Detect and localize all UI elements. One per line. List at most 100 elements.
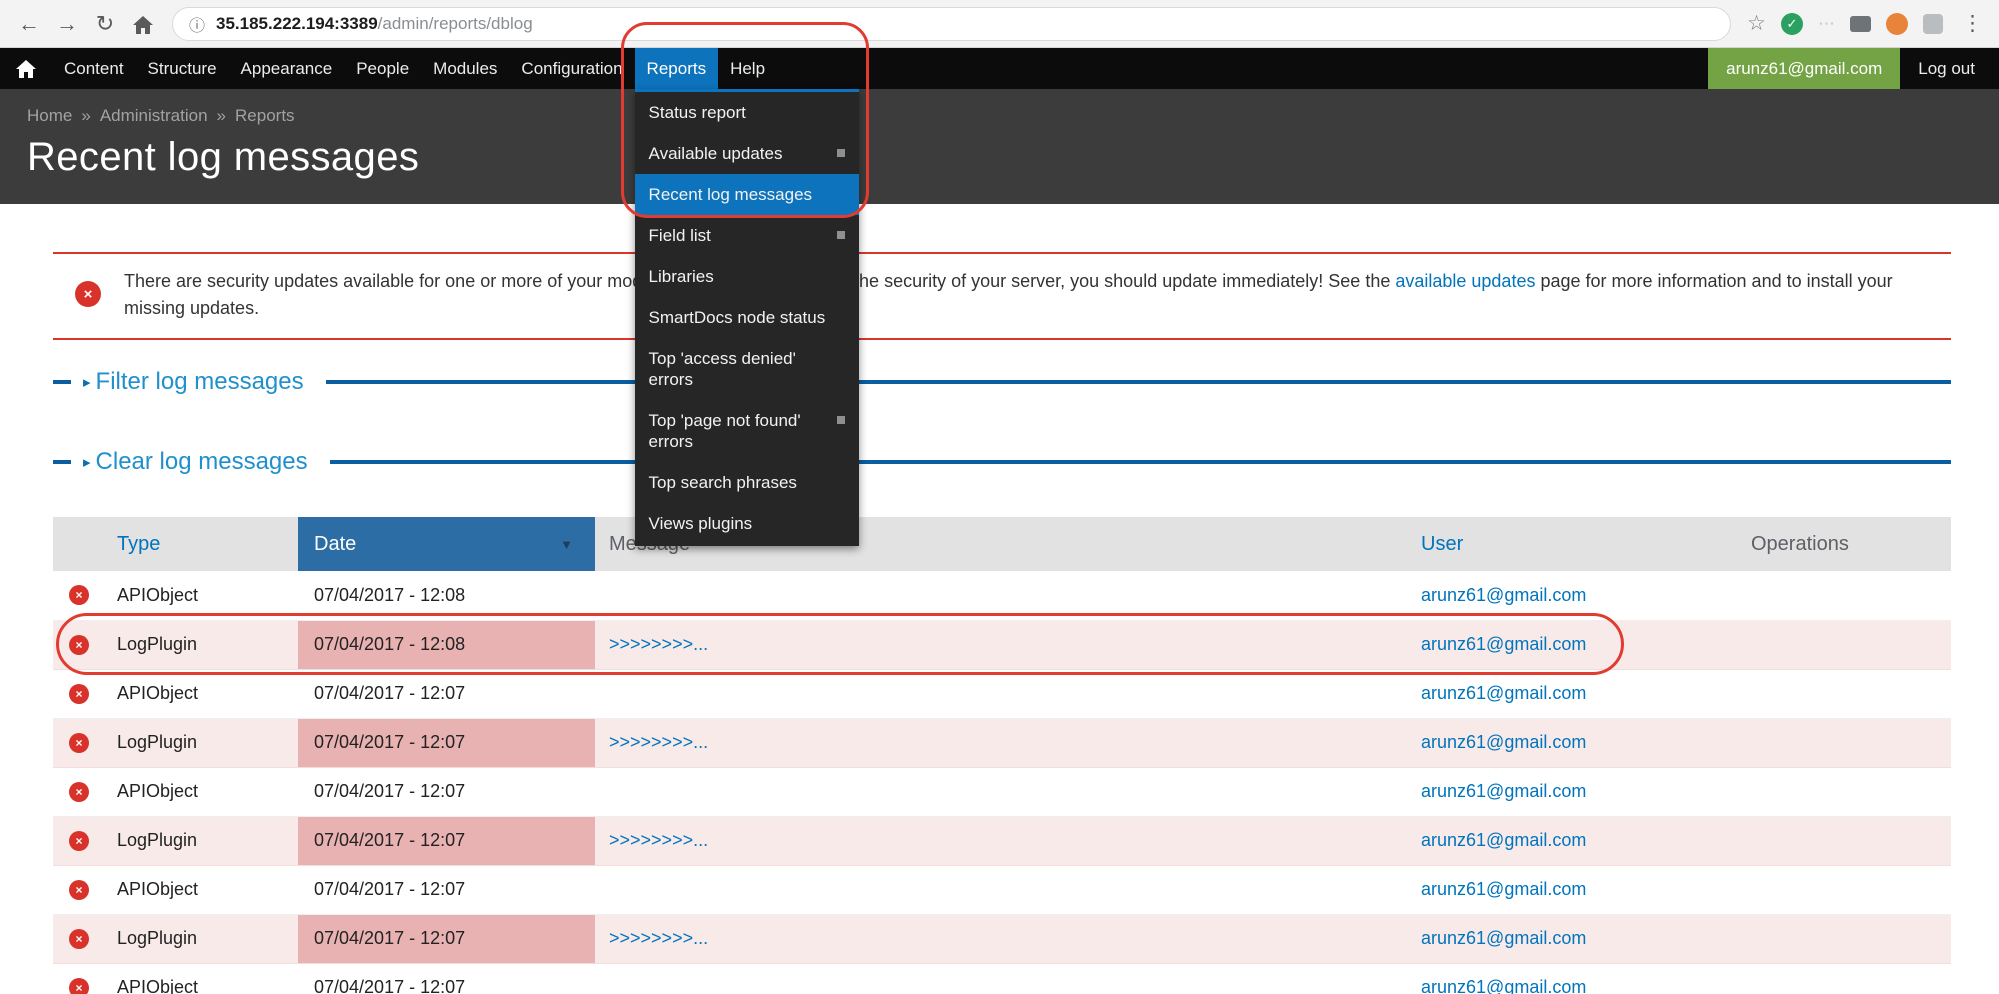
user-column-header[interactable]: User xyxy=(1405,517,1695,571)
toolbar-item-modules[interactable]: Modules xyxy=(421,48,509,89)
user-cell: arunz61@gmail.com xyxy=(1405,571,1695,620)
toolbar-item-configuration[interactable]: Configuration xyxy=(509,48,634,89)
reload-icon[interactable]: ↻ xyxy=(86,11,124,37)
operations-cell xyxy=(1695,865,1951,914)
breadcrumb-administration[interactable]: Administration xyxy=(100,106,208,126)
dark-extension-icon[interactable] xyxy=(1850,16,1871,32)
toolbar-item-people[interactable]: People xyxy=(344,48,421,89)
toolbar-item-help[interactable]: Help xyxy=(718,48,777,89)
message-cell xyxy=(595,963,1405,994)
account-badge[interactable]: arunz61@gmail.com xyxy=(1708,48,1900,89)
menu-item[interactable]: Views plugins xyxy=(635,503,859,544)
user-link[interactable]: arunz61@gmail.com xyxy=(1421,634,1586,654)
filter-fieldset-toggle[interactable]: Filter log messages xyxy=(96,368,304,396)
toolbar-item-label: Reports xyxy=(647,59,707,79)
type-label: LogPlugin xyxy=(117,634,197,655)
orange-extension-icon[interactable] xyxy=(1886,13,1908,35)
log-messages-table: Type Date ▼ Message User Operations ×API… xyxy=(53,517,1951,994)
type-cell: ×LogPlugin xyxy=(53,620,298,669)
user-link[interactable]: arunz61@gmail.com xyxy=(1421,928,1586,948)
menu-item[interactable]: Status report xyxy=(635,92,859,133)
clear-fieldset: ▸ Clear log messages xyxy=(53,442,1951,482)
type-cell: ×APIObject xyxy=(53,963,298,994)
operations-cell xyxy=(1695,816,1951,865)
green-check-extension-icon[interactable]: ✓ xyxy=(1781,13,1803,35)
user-cell: arunz61@gmail.com xyxy=(1405,914,1695,963)
menu-item[interactable]: Top 'page not found' errors xyxy=(635,400,859,462)
forward-icon[interactable]: → xyxy=(48,11,86,37)
type-label: APIObject xyxy=(117,879,198,900)
toolbar-item-appearance[interactable]: Appearance xyxy=(229,48,345,89)
user-link[interactable]: arunz61@gmail.com xyxy=(1421,732,1586,752)
menu-item[interactable]: Field list xyxy=(635,215,859,256)
message-link[interactable]: >>>>>>>>... xyxy=(609,830,708,850)
menu-item-label: Status report xyxy=(649,102,746,123)
type-cell: ×APIObject xyxy=(53,865,298,914)
message-cell xyxy=(595,571,1405,620)
menu-item-label: Recent log messages xyxy=(649,184,812,205)
message-link[interactable]: >>>>>>>>... xyxy=(609,928,708,948)
user-cell: arunz61@gmail.com xyxy=(1405,816,1695,865)
breadcrumb: Home » Administration » Reports xyxy=(27,106,1999,126)
message-link[interactable]: >>>>>>>>... xyxy=(609,634,708,654)
message-cell xyxy=(595,865,1405,914)
info-icon[interactable]: ⓘ xyxy=(189,12,205,36)
table-header-row: Type Date ▼ Message User Operations xyxy=(53,517,1951,571)
table-row: ×LogPlugin07/04/2017 - 12:07>>>>>>>>...a… xyxy=(53,816,1951,865)
user-link[interactable]: arunz61@gmail.com xyxy=(1421,683,1586,703)
user-link[interactable]: arunz61@gmail.com xyxy=(1421,781,1586,801)
dim-dots-extension-icon[interactable]: ⋯ xyxy=(1818,14,1835,34)
user-link[interactable]: arunz61@gmail.com xyxy=(1421,585,1586,605)
toolbar-item-reports[interactable]: Reports Status reportAvailable updatesRe… xyxy=(635,48,719,89)
security-warning: × There are security updates available f… xyxy=(53,252,1951,340)
message-link[interactable]: >>>>>>>>... xyxy=(609,732,708,752)
error-icon: × xyxy=(69,684,89,704)
date-cell: 07/04/2017 - 12:07 xyxy=(298,865,595,914)
logout-button[interactable]: Log out xyxy=(1900,48,1993,89)
message-cell: >>>>>>>>... xyxy=(595,718,1405,767)
menu-item[interactable]: Top search phrases xyxy=(635,462,859,503)
breadcrumb-reports[interactable]: Reports xyxy=(235,106,295,126)
table-row: ×LogPlugin07/04/2017 - 12:07>>>>>>>>...a… xyxy=(53,914,1951,963)
menu-item-label: Top 'page not found' errors xyxy=(649,410,829,452)
toolbar-item-content[interactable]: Content xyxy=(52,48,136,89)
home-icon[interactable] xyxy=(124,11,162,37)
type-column-header[interactable]: Type xyxy=(53,517,298,571)
user-link[interactable]: arunz61@gmail.com xyxy=(1421,830,1586,850)
date-cell: 07/04/2017 - 12:07 xyxy=(298,963,595,994)
bookmark-star-icon[interactable]: ☆ xyxy=(1747,11,1766,36)
error-icon: × xyxy=(69,929,89,949)
table-row: ×APIObject07/04/2017 - 12:07arunz61@gmai… xyxy=(53,669,1951,718)
menu-item-badge xyxy=(837,231,845,239)
error-icon: × xyxy=(69,782,89,802)
menu-item[interactable]: Libraries xyxy=(635,256,859,297)
gray-extension-icon[interactable] xyxy=(1923,14,1943,34)
date-cell: 07/04/2017 - 12:07 xyxy=(298,767,595,816)
menu-item[interactable]: SmartDocs node status xyxy=(635,297,859,338)
address-bar[interactable]: ⓘ 35.185.222.194:3389/admin/reports/dblo… xyxy=(172,7,1731,41)
menu-item[interactable]: Recent log messages xyxy=(635,174,859,215)
user-link[interactable]: arunz61@gmail.com xyxy=(1421,977,1586,994)
collapsed-arrow-icon: ▸ xyxy=(83,373,91,391)
security-warning-text: There are security updates available for… xyxy=(124,268,1941,322)
date-cell: 07/04/2017 - 12:07 xyxy=(298,816,595,865)
collapsed-arrow-icon: ▸ xyxy=(83,453,91,471)
browser-menu-icon[interactable]: ⋮ xyxy=(1962,11,1983,36)
toolbar-item-structure[interactable]: Structure xyxy=(136,48,229,89)
breadcrumb-home[interactable]: Home xyxy=(27,106,72,126)
clear-fieldset-toggle[interactable]: Clear log messages xyxy=(96,448,308,476)
menu-item[interactable]: Available updates xyxy=(635,133,859,174)
admin-home-icon[interactable] xyxy=(0,48,52,89)
fieldset-rule xyxy=(330,460,1951,464)
error-icon: × xyxy=(69,733,89,753)
available-updates-link[interactable]: available updates xyxy=(1395,271,1535,291)
menu-item-label: Available updates xyxy=(649,143,783,164)
menu-item-label: Views plugins xyxy=(649,513,753,534)
menu-item[interactable]: Top 'access denied' errors xyxy=(635,338,859,400)
user-link[interactable]: arunz61@gmail.com xyxy=(1421,879,1586,899)
back-icon[interactable]: ← xyxy=(10,11,48,37)
user-cell: arunz61@gmail.com xyxy=(1405,620,1695,669)
menu-item-badge xyxy=(837,416,845,424)
type-label: APIObject xyxy=(117,683,198,704)
date-column-header[interactable]: Date ▼ xyxy=(298,517,595,571)
